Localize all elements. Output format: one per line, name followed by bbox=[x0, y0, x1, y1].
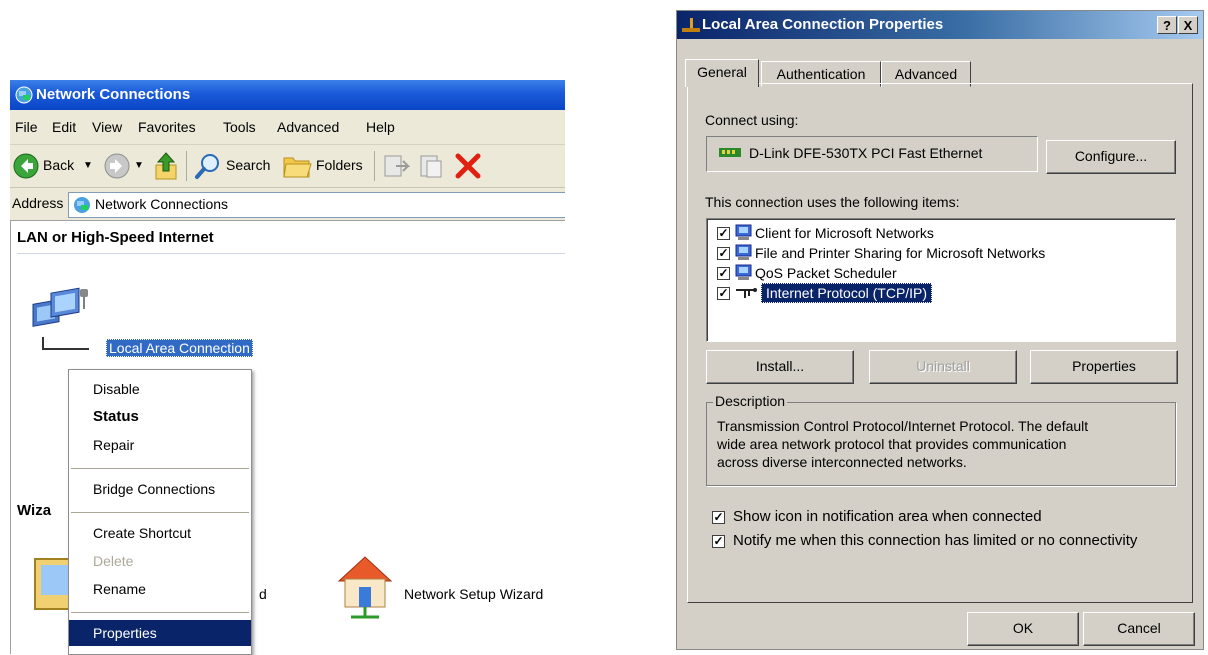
menu-tools[interactable]: Tools bbox=[223, 119, 256, 135]
section-lan-label: LAN or High-Speed Internet bbox=[17, 229, 214, 246]
menu-item-rename[interactable]: Rename bbox=[69, 578, 251, 600]
menu-separator bbox=[71, 468, 249, 469]
delete-icon[interactable] bbox=[453, 151, 483, 181]
up-folder-icon[interactable] bbox=[153, 151, 179, 181]
menu-separator bbox=[71, 612, 249, 613]
protocol-icon bbox=[736, 288, 757, 298]
adapter-box: D-Link DFE-530TX PCI Fast Ethernet bbox=[706, 136, 1038, 172]
address-value: Network Connections bbox=[95, 196, 229, 212]
properties-button[interactable]: Properties bbox=[1030, 350, 1178, 384]
menu-help[interactable]: Help bbox=[366, 119, 395, 135]
description-label: Description bbox=[713, 393, 788, 409]
menu-favorites[interactable]: Favorites bbox=[138, 119, 196, 135]
menu-item-delete: Delete bbox=[93, 553, 134, 569]
item-label: QoS Packet Scheduler bbox=[755, 265, 897, 281]
forward-arrow-icon[interactable] bbox=[104, 153, 130, 179]
folders-button[interactable]: Folders bbox=[316, 157, 363, 173]
menu-item-create-shortcut[interactable]: Create Shortcut bbox=[69, 522, 251, 544]
menu-separator bbox=[71, 512, 249, 513]
install-button[interactable]: Install... bbox=[706, 350, 854, 384]
menu-item-bridge-connections[interactable]: Bridge Connections bbox=[69, 478, 251, 500]
context-menu: Disable Status Repair Bridge Connections… bbox=[68, 369, 252, 655]
uninstall-button: Uninstall bbox=[869, 350, 1017, 384]
tab-general[interactable]: General bbox=[685, 59, 759, 87]
title-bar: Network Connections bbox=[10, 80, 565, 110]
back-dropdown-icon[interactable]: ▼ bbox=[83, 160, 93, 171]
item-label: Client for Microsoft Networks bbox=[755, 225, 934, 241]
section-header-lan: LAN or High-Speed Internet bbox=[17, 229, 565, 254]
show-icon-label[interactable]: Show icon in notification area when conn… bbox=[733, 508, 1042, 525]
description-group: Description Transmission Control Protoco… bbox=[706, 393, 1176, 486]
description-line: wide area network protocol that provides… bbox=[717, 436, 1067, 452]
network-card-icon bbox=[719, 148, 741, 157]
properties-dialog: Local Area Connection Properties ? X Gen… bbox=[676, 10, 1204, 650]
network-connections-icon bbox=[15, 86, 33, 104]
back-arrow-icon[interactable] bbox=[13, 153, 39, 179]
forward-dropdown-icon[interactable]: ▼ bbox=[134, 160, 144, 171]
menu-edit[interactable]: Edit bbox=[52, 119, 76, 135]
network-connections-icon bbox=[74, 197, 90, 213]
configure-button[interactable]: Configure... bbox=[1046, 140, 1176, 174]
dialog-title-bar: Local Area Connection Properties ? X bbox=[677, 11, 1203, 39]
copy-to-icon[interactable] bbox=[418, 152, 446, 180]
computer-icon bbox=[735, 244, 752, 260]
computer-icon bbox=[735, 264, 752, 280]
menu-bar: File Edit View Favorites Tools Advanced … bbox=[10, 110, 565, 145]
cancel-button[interactable]: Cancel bbox=[1083, 612, 1195, 646]
back-button[interactable]: Back bbox=[43, 157, 74, 173]
network-setup-wizard-icon[interactable] bbox=[333, 551, 397, 621]
menu-item-disable[interactable]: Disable bbox=[69, 378, 251, 400]
general-tab-panel: Connect using: D-Link DFE-530TX PCI Fast… bbox=[687, 83, 1193, 603]
menu-item-repair[interactable]: Repair bbox=[69, 434, 251, 456]
components-list[interactable]: ✓ Client for Microsoft Networks ✓ File a… bbox=[706, 218, 1176, 342]
list-item[interactable]: ✓ QoS Packet Scheduler bbox=[707, 263, 1173, 283]
adapter-name: D-Link DFE-530TX PCI Fast Ethernet bbox=[749, 145, 983, 161]
ok-button[interactable]: OK bbox=[967, 612, 1079, 646]
computer-icon bbox=[735, 224, 752, 240]
folders-icon[interactable] bbox=[282, 152, 312, 180]
dialog-title: Local Area Connection Properties bbox=[702, 16, 944, 33]
network-icon bbox=[682, 18, 700, 32]
list-item-selected[interactable]: ✓ Internet Protocol (TCP/IP) bbox=[707, 283, 1173, 303]
close-button[interactable]: X bbox=[1178, 16, 1198, 34]
item-checkbox[interactable]: ✓ bbox=[717, 287, 730, 300]
list-item[interactable]: ✓ File and Printer Sharing for Microsoft… bbox=[707, 243, 1173, 263]
item-label: File and Printer Sharing for Microsoft N… bbox=[755, 245, 1046, 261]
item-label: Internet Protocol (TCP/IP) bbox=[761, 283, 933, 303]
items-label: This connection uses the following items… bbox=[705, 194, 960, 210]
address-input[interactable]: Network Connections bbox=[68, 192, 565, 218]
connect-using-label: Connect using: bbox=[705, 112, 799, 128]
network-setup-wizard-label[interactable]: Network Setup Wizard bbox=[404, 586, 543, 602]
section-header-wizard: Wiza bbox=[17, 502, 52, 519]
menu-item-status[interactable]: Status bbox=[69, 406, 251, 428]
toolbar: Back ▼ ▼ Search Folders bbox=[10, 145, 565, 188]
wizard-partial-label[interactable]: d bbox=[259, 586, 267, 602]
description-text: Transmission Control Protocol/Internet P… bbox=[717, 417, 1088, 471]
show-icon-checkbox[interactable]: ✓ bbox=[712, 511, 725, 524]
item-checkbox[interactable]: ✓ bbox=[717, 247, 730, 260]
menu-file[interactable]: File bbox=[15, 119, 38, 135]
local-area-connection-icon[interactable] bbox=[29, 287, 89, 359]
window-title: Network Connections bbox=[36, 86, 191, 103]
address-bar: Address Network Connections bbox=[10, 188, 565, 221]
address-label: Address bbox=[12, 195, 64, 211]
notify-label[interactable]: Notify me when this connection has limit… bbox=[733, 532, 1137, 549]
menu-item-properties[interactable]: Properties bbox=[69, 620, 251, 646]
menu-view[interactable]: View bbox=[92, 119, 122, 135]
notify-checkbox[interactable]: ✓ bbox=[712, 535, 725, 548]
description-line: Transmission Control Protocol/Internet P… bbox=[717, 418, 1089, 434]
help-button[interactable]: ? bbox=[1157, 16, 1177, 34]
list-item[interactable]: ✓ Client for Microsoft Networks bbox=[707, 223, 1173, 243]
move-to-icon[interactable] bbox=[382, 152, 410, 180]
local-area-connection-label[interactable]: Local Area Connection bbox=[106, 339, 253, 357]
search-button[interactable]: Search bbox=[226, 157, 270, 173]
item-checkbox[interactable]: ✓ bbox=[717, 267, 730, 280]
item-checkbox[interactable]: ✓ bbox=[717, 227, 730, 240]
description-line: across diverse interconnected networks. bbox=[717, 454, 967, 470]
search-icon[interactable] bbox=[194, 152, 222, 180]
menu-advanced[interactable]: Advanced bbox=[277, 119, 339, 135]
